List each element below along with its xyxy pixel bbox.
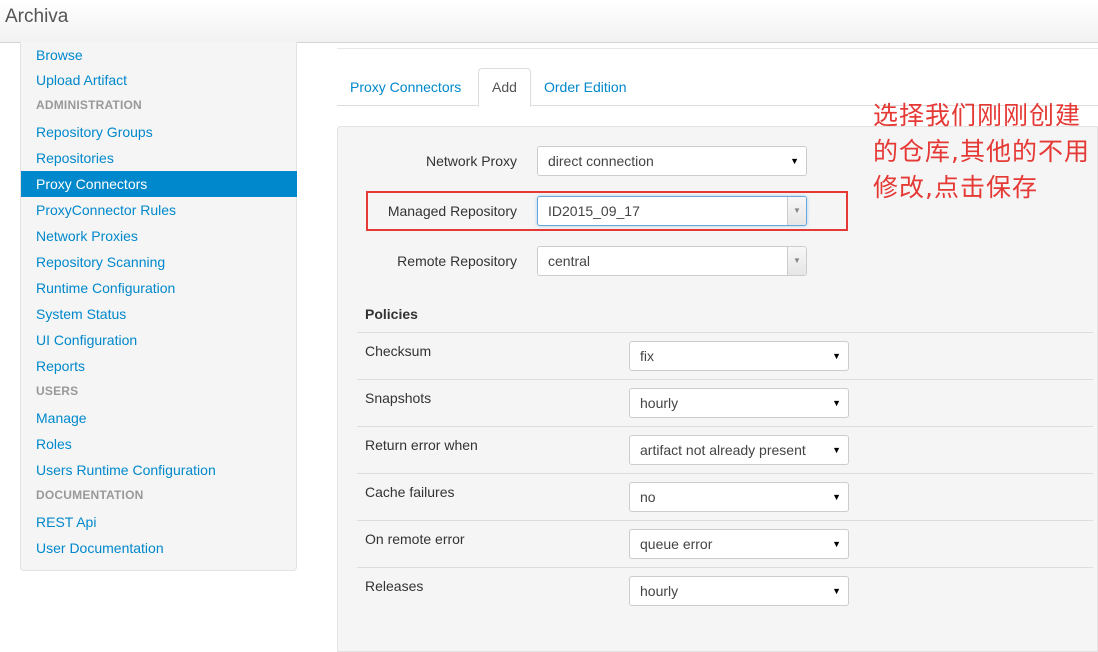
sidebar-item-repository-groups[interactable]: Repository Groups	[21, 119, 297, 145]
sidebar-item-browse[interactable]: Browse	[21, 42, 297, 68]
sidebar-item-proxy-connectors[interactable]: Proxy Connectors	[21, 171, 297, 197]
policy-row-checksum: Checksum fix ▼	[357, 332, 1093, 379]
policy-value: fix	[640, 348, 654, 364]
policy-label: Cache failures	[365, 484, 455, 500]
dropdown-arrow-icon: ▼	[832, 492, 841, 502]
sidebar-header-administration: ADMINISTRATION	[36, 98, 142, 112]
dropdown-arrow-icon: ▼	[832, 539, 841, 549]
snapshots-select[interactable]: hourly ▼	[629, 388, 849, 418]
sidebar-item-runtime-configuration[interactable]: Runtime Configuration	[21, 275, 297, 301]
policy-row-cache-failures: Cache failures no ▼	[357, 473, 1093, 520]
policy-value: hourly	[640, 395, 679, 411]
sidebar-item-reports[interactable]: Reports	[21, 353, 297, 379]
remote-repository-label: Remote Repository	[397, 253, 517, 269]
policy-row-return-error-when: Return error when artifact not already p…	[357, 426, 1093, 473]
network-proxy-label: Network Proxy	[425, 153, 517, 169]
remote-repository-value: central	[548, 253, 591, 269]
policy-value: artifact not already present	[640, 442, 806, 458]
dropdown-arrow-icon: ▼	[790, 156, 799, 166]
annotation-note: 选择我们刚刚创建的仓库,其他的不用修改,点击保存	[873, 101, 1090, 202]
policy-label: Return error when	[365, 437, 478, 453]
sidebar-item-users-runtime-configuration[interactable]: Users Runtime Configuration	[21, 457, 297, 483]
sidebar-header-documentation: DOCUMENTATION	[36, 488, 144, 502]
annotation-highlight-box	[366, 191, 848, 231]
app-brand[interactable]: Archiva	[5, 6, 68, 28]
releases-select[interactable]: hourly ▼	[629, 576, 849, 606]
dropdown-arrow-icon: ▼	[832, 586, 841, 596]
sidebar-item-upload-artifact[interactable]: Upload Artifact	[21, 67, 297, 93]
policy-value: queue error	[640, 536, 713, 552]
network-proxy-select[interactable]: direct connection ▼	[537, 146, 807, 176]
policy-label: Releases	[365, 578, 424, 594]
sidebar: Browse Upload Artifact ADMINISTRATION Re…	[20, 42, 297, 571]
sidebar-item-manage[interactable]: Manage	[21, 405, 297, 431]
dropdown-arrow-icon: ▼	[832, 351, 841, 361]
policy-row-snapshots: Snapshots hourly ▼	[357, 379, 1093, 426]
sidebar-item-user-documentation[interactable]: User Documentation	[21, 535, 297, 561]
remote-repository-combobox[interactable]: central ▼	[537, 246, 807, 276]
policy-row-on-remote-error: On remote error queue error ▼	[357, 520, 1093, 567]
sidebar-item-system-status[interactable]: System Status	[21, 301, 297, 327]
tab-add[interactable]: Add	[478, 68, 531, 107]
tab-order-edition[interactable]: Order Edition	[531, 68, 639, 106]
policy-value: no	[640, 489, 656, 505]
sidebar-item-ui-configuration[interactable]: UI Configuration	[21, 327, 297, 353]
sidebar-item-repositories[interactable]: Repositories	[21, 145, 297, 171]
policy-label: Snapshots	[365, 390, 432, 406]
sidebar-item-network-proxies[interactable]: Network Proxies	[21, 223, 297, 249]
content-divider	[337, 48, 1098, 49]
sidebar-item-rest-api[interactable]: REST Api	[21, 509, 297, 535]
policies-heading: Policies	[365, 306, 418, 322]
on-remote-error-select[interactable]: queue error ▼	[629, 529, 849, 559]
tab-proxy-connectors[interactable]: Proxy Connectors	[337, 68, 474, 106]
dropdown-arrow-icon: ▼	[832, 445, 841, 455]
sidebar-item-repository-scanning[interactable]: Repository Scanning	[21, 249, 297, 275]
sidebar-item-proxyconnector-rules[interactable]: ProxyConnector Rules	[21, 197, 297, 223]
policy-value: hourly	[640, 583, 679, 599]
sidebar-item-roles[interactable]: Roles	[21, 431, 297, 457]
policy-row-releases: Releases hourly ▼	[357, 567, 1093, 614]
sidebar-header-users: USERS	[36, 384, 79, 398]
policy-label: On remote error	[365, 531, 465, 547]
return-error-when-select[interactable]: artifact not already present ▼	[629, 435, 849, 465]
checksum-select[interactable]: fix ▼	[629, 341, 849, 371]
cache-failures-select[interactable]: no ▼	[629, 482, 849, 512]
dropdown-arrow-icon: ▼	[832, 398, 841, 408]
policy-label: Checksum	[365, 343, 432, 359]
network-proxy-value: direct connection	[548, 153, 654, 169]
top-navbar: Archiva	[0, 0, 1098, 43]
combobox-arrow-icon[interactable]: ▼	[787, 247, 806, 275]
